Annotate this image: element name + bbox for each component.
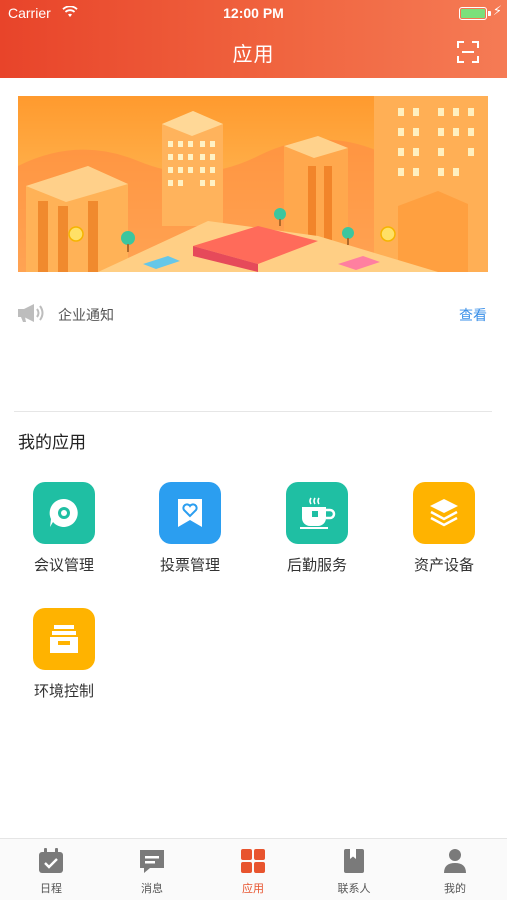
cabinet-icon <box>33 608 95 670</box>
app-label: 资产设备 <box>413 556 474 574</box>
app-vote-management[interactable]: 投票管理 <box>140 482 240 575</box>
my-apps-title: 我的应用 <box>18 433 86 453</box>
layers-icon <box>413 482 475 544</box>
calendar-icon <box>39 848 63 873</box>
tab-contacts[interactable]: 联系人 <box>314 847 394 896</box>
app-environment-control[interactable]: 环境控制 <box>14 608 114 701</box>
city-illustration <box>18 96 488 272</box>
header-bar: Carrier 12:00 PM ⚡ 应用 <box>0 0 507 78</box>
app-label: 环境控制 <box>33 682 94 700</box>
tab-label: 我的 <box>444 882 466 895</box>
coffee-cup-icon <box>286 482 348 544</box>
tab-messages[interactable]: 消息 <box>112 847 192 896</box>
tab-schedule[interactable]: 日程 <box>11 847 91 896</box>
view-notice-link[interactable]: 查看 <box>459 305 487 325</box>
megaphone-icon <box>18 304 44 322</box>
tab-bar: 日程 消息 应用 联系人 我的 <box>0 838 507 900</box>
grid-icon <box>241 849 265 873</box>
notice-label: 企业通知 <box>58 308 114 324</box>
chat-bubble-icon <box>33 482 95 544</box>
status-bar: Carrier 12:00 PM ⚡ <box>0 0 507 26</box>
promo-banner[interactable] <box>18 96 488 272</box>
app-label: 后勤服务 <box>286 556 347 574</box>
message-icon <box>140 850 164 873</box>
tab-label: 联系人 <box>337 882 371 895</box>
page-title: 应用 <box>232 42 275 66</box>
section-divider <box>14 411 492 412</box>
app-logistics-service[interactable]: 后勤服务 <box>267 482 367 575</box>
tab-label: 日程 <box>40 882 62 895</box>
app-label: 会议管理 <box>33 556 94 574</box>
battery-icon <box>459 7 487 20</box>
person-icon <box>444 849 466 873</box>
app-label: 投票管理 <box>159 556 220 574</box>
charging-icon: ⚡ <box>492 4 502 19</box>
tab-apps[interactable]: 应用 <box>213 847 293 896</box>
contacts-icon <box>344 849 364 873</box>
notice-row[interactable]: 企业通知 查看 <box>0 296 507 332</box>
app-meeting-management[interactable]: 会议管理 <box>14 482 114 575</box>
tab-profile[interactable]: 我的 <box>415 847 495 896</box>
clock: 12:00 PM <box>223 5 284 21</box>
app-asset-equipment[interactable]: 资产设备 <box>394 482 494 575</box>
tab-label: 消息 <box>141 882 163 895</box>
scan-icon[interactable] <box>457 41 479 63</box>
heart-badge-icon <box>159 482 221 544</box>
battery-tip <box>488 11 491 16</box>
tab-label: 应用 <box>242 882 264 895</box>
